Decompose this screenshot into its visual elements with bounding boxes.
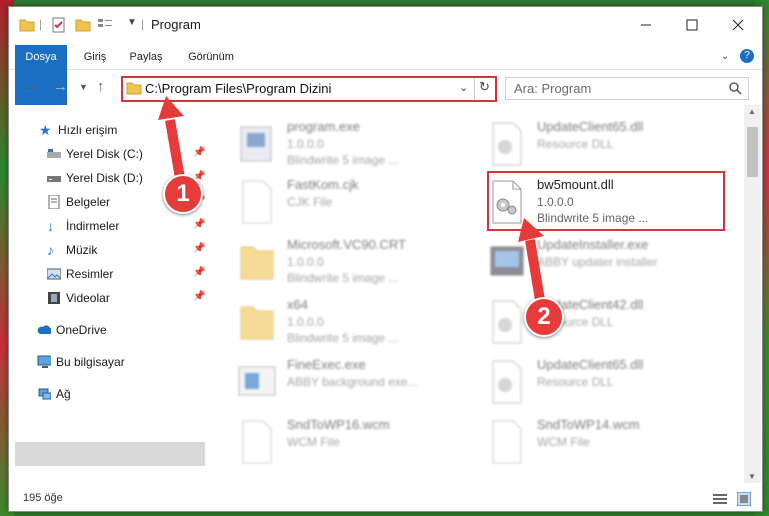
step-marker-1: 1	[163, 174, 203, 214]
arrow-2	[525, 239, 545, 301]
step-marker-2: 2	[524, 297, 564, 337]
arrow-1-head	[158, 96, 184, 120]
arrow-2-head	[518, 218, 544, 242]
arrow-1	[165, 119, 185, 179]
annotation-overlay	[158, 96, 545, 301]
